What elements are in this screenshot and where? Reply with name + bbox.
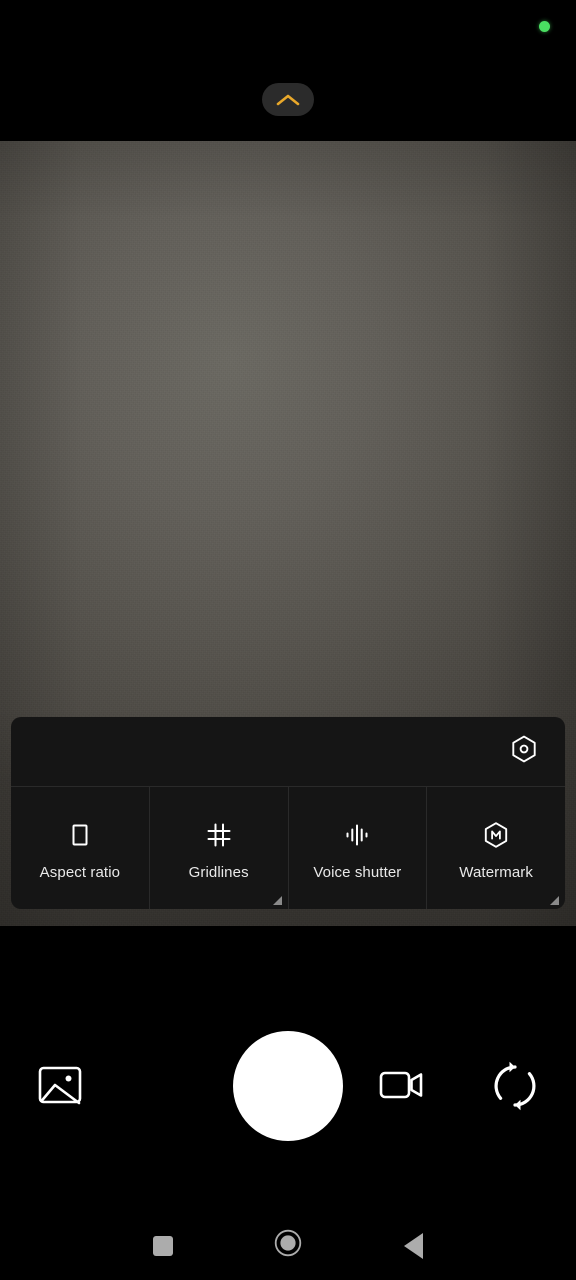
settings-tile-gridlines[interactable]: Gridlines xyxy=(148,787,288,909)
settings-tile-label: Gridlines xyxy=(188,863,249,881)
image-gallery-icon xyxy=(35,1060,85,1115)
camera-controls-bar xyxy=(0,926,576,1211)
square-recents-icon xyxy=(153,1235,173,1256)
triangle-back-icon xyxy=(403,1232,423,1259)
settings-tile-label: Aspect ratio xyxy=(39,863,121,881)
video-camera-icon xyxy=(377,1065,427,1110)
camera-flip-icon xyxy=(489,1060,541,1117)
shutter-button[interactable] xyxy=(233,1031,343,1141)
expand-triangle-icon xyxy=(272,896,282,905)
settings-tiles-row: Aspect ratio Gridlines Voice shutter Wat… xyxy=(11,787,565,909)
hexagon-m-icon xyxy=(479,818,513,852)
expand-triangle-icon xyxy=(550,896,559,905)
sound-wave-icon xyxy=(340,818,374,852)
settings-tile-label: Watermark xyxy=(459,863,533,881)
more-settings-button[interactable] xyxy=(507,735,541,769)
recents-button[interactable] xyxy=(140,1223,186,1269)
hexagon-settings-icon xyxy=(509,734,539,769)
home-button[interactable] xyxy=(265,1223,311,1269)
green-dot-icon xyxy=(539,21,550,32)
chevron-up-icon xyxy=(275,92,301,108)
switch-camera-button[interactable] xyxy=(487,1060,543,1116)
camera-app-screen: Aspect ratio Gridlines Voice shutter Wat… xyxy=(0,0,576,1280)
android-navigation-bar xyxy=(0,1211,576,1280)
settings-panel: Aspect ratio Gridlines Voice shutter Wat… xyxy=(11,717,565,909)
gallery-button[interactable] xyxy=(33,1060,87,1114)
video-mode-button[interactable] xyxy=(375,1060,429,1114)
portrait-rectangle-icon xyxy=(63,818,97,852)
settings-tile-aspect-ratio[interactable]: Aspect ratio xyxy=(11,787,149,909)
collapse-settings-button[interactable] xyxy=(262,83,314,116)
settings-tile-voice-shutter[interactable]: Voice shutter xyxy=(287,787,427,909)
settings-panel-header xyxy=(11,717,565,787)
top-bar xyxy=(0,0,576,141)
back-button[interactable] xyxy=(390,1223,436,1269)
settings-tile-watermark[interactable]: Watermark xyxy=(426,787,565,909)
circle-home-icon xyxy=(273,1228,303,1263)
grid-hash-icon xyxy=(202,818,236,852)
settings-tile-label: Voice shutter xyxy=(313,863,402,881)
